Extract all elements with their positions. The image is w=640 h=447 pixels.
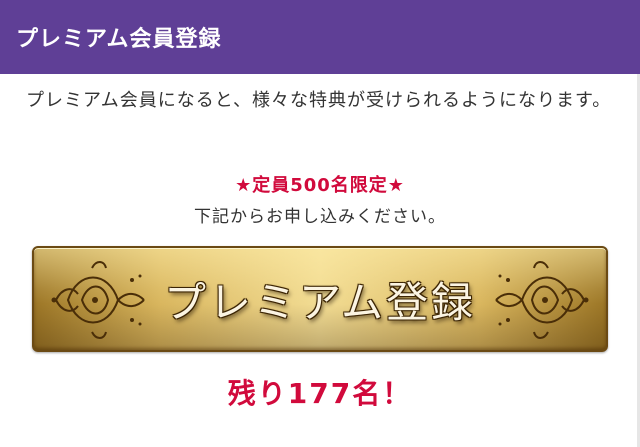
intro-text: プレミアム会員になると、様々な特典が受けられるようになります。: [26, 90, 612, 111]
apply-prompt: 下記からお申し込みください。: [194, 207, 446, 227]
page: プレミアム会員登録 プレミアム会員になると、様々な特典が受けられるようになります…: [0, 0, 640, 447]
header-bar: プレミアム会員登録: [0, 0, 640, 74]
remaining-count: 残り177名！: [227, 377, 413, 410]
limit-notice: ★定員500名限定★: [235, 175, 405, 196]
ornament-flourish-icon: [495, 261, 589, 339]
premium-register-button[interactable]: プレミアム登録: [32, 246, 608, 352]
page-title: プレミアム会員登録: [16, 27, 222, 52]
